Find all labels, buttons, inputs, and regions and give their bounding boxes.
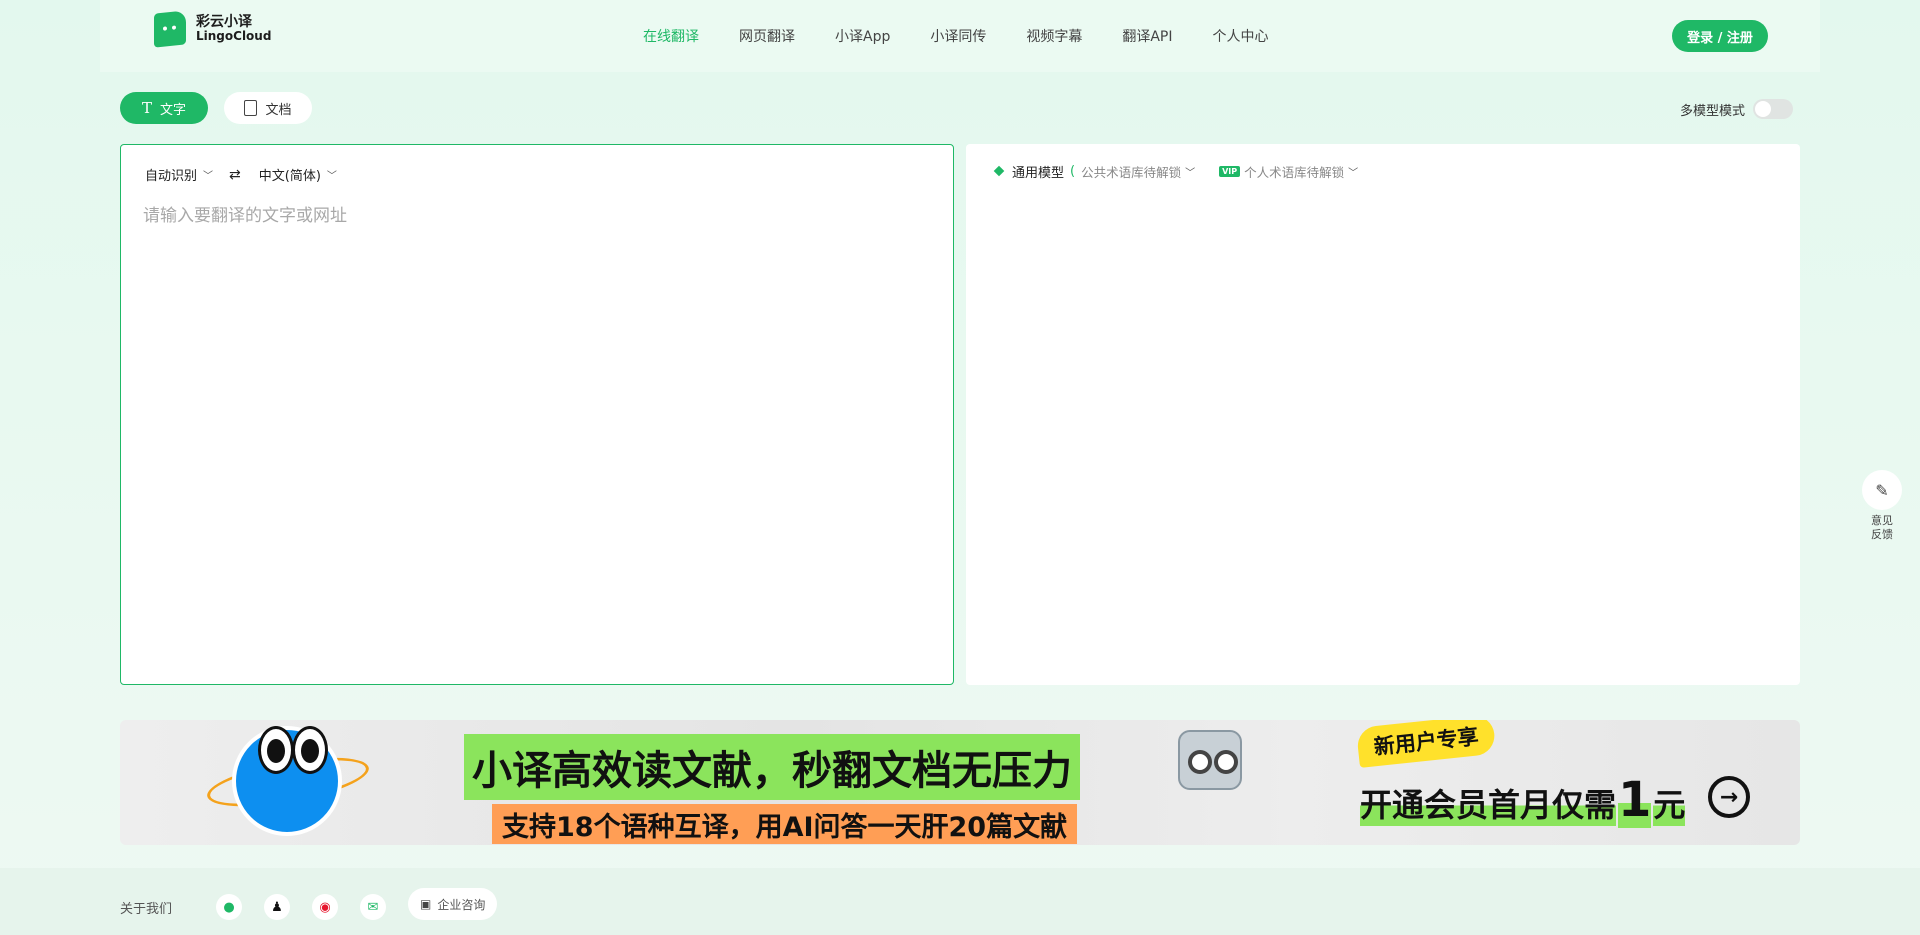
nav-app[interactable]: 小译App [835, 26, 890, 46]
top-header: 彩云小译 LingoCloud 在线翻译 网页翻译 小译App 小译同传 视频字… [100, 0, 1820, 72]
document-icon [244, 100, 258, 116]
tab-text-label: 文字 [160, 102, 187, 118]
source-language-label: 自动识别 [145, 169, 198, 184]
footer: 关于我们 ● ♟ ◉ ✉ ▣ 企业咨询 [0, 868, 1920, 935]
personal-term-select[interactable]: VIP 个人术语库待解锁 ﹀ [1219, 162, 1358, 181]
login-register-button[interactable]: 登录 / 注册 [1672, 20, 1768, 52]
mail-icon[interactable]: ✉ [360, 894, 386, 920]
chevron-down-icon: ﹀ [326, 171, 337, 182]
chevron-down-icon: ﹀ [1185, 168, 1196, 179]
logo-text-en: LingoCloud [196, 29, 272, 44]
feedback-button[interactable]: ✎ 意见 反馈 [1862, 470, 1902, 543]
chevron-down-icon: ﹀ [203, 171, 214, 182]
swap-languages-icon[interactable]: ⇄ [229, 167, 241, 183]
personal-term-label: 个人术语库待解锁 [1244, 165, 1345, 180]
edit-pencil-icon: ✎ [1862, 470, 1902, 510]
feedback-label-2: 反馈 [1871, 528, 1893, 542]
banner-subline: 支持18个语种互译，用AI问答一天肝20篇文献 [492, 804, 1078, 844]
planet-mascot-graphic [232, 726, 342, 836]
public-term-label: 公共术语库待解锁 [1081, 165, 1182, 180]
nav-simultaneous[interactable]: 小译同传 [930, 26, 986, 46]
tab-text[interactable]: T 文字 [120, 92, 208, 124]
target-language-label: 中文(简体) [258, 169, 321, 184]
enterprise-consult-button[interactable]: ▣ 企业咨询 [408, 888, 498, 920]
wechat-icon[interactable]: ● [216, 894, 242, 920]
logo-text-cn: 彩云小译 [196, 14, 252, 31]
main-nav: 在线翻译 网页翻译 小译App 小译同传 视频字幕 翻译API 个人中心 [643, 26, 1309, 46]
promo-number: 1 [1618, 772, 1652, 828]
vip-badge: VIP [1219, 166, 1241, 177]
nav-online-translate[interactable]: 在线翻译 [643, 26, 699, 46]
logo-icon [154, 10, 186, 48]
promo-banner[interactable]: 小译高效读文献，秒翻文档无压力 支持18个语种互译，用AI问答一天肝20篇文献 … [120, 720, 1800, 845]
nav-personal-center[interactable]: 个人中心 [1213, 26, 1269, 46]
target-panel: 通用模型 ( 公共术语库待解锁 ﹀ VIP 个人术语库待解锁 ﹀ [966, 144, 1800, 685]
about-us-link[interactable]: 关于我们 [120, 898, 172, 917]
promo-text: 开通会员首月仅需 1 元 [1360, 772, 1686, 828]
source-text-input[interactable] [143, 201, 933, 661]
qq-icon[interactable]: ♟ [264, 894, 290, 920]
multi-model-switch: 多模型模式 [1680, 99, 1794, 119]
source-panel: 自动识别 ﹀ ⇄ 中文(简体) ﹀ [120, 144, 954, 685]
model-bar: 通用模型 ( 公共术语库待解锁 ﹀ VIP 个人术语库待解锁 ﹀ [992, 162, 1358, 181]
model-select[interactable]: 通用模型 [1012, 162, 1064, 181]
arrow-right-circle-icon[interactable]: → [1708, 776, 1750, 818]
public-term-select[interactable]: 公共术语库待解锁 ﹀ [1081, 162, 1195, 181]
language-bar: 自动识别 ﹀ ⇄ 中文(简体) ﹀ [145, 165, 337, 185]
term-bracket-icon: ( [1070, 164, 1076, 179]
tab-document-label: 文档 [265, 102, 292, 118]
banner-headline: 小译高效读文献，秒翻文档无压力 [464, 734, 1080, 800]
promo-unit: 元 [1653, 780, 1686, 826]
logo[interactable]: 彩云小译 LingoCloud [154, 10, 272, 48]
robot-graphic [1178, 730, 1242, 790]
promo-pre: 开通会员首月仅需 [1360, 780, 1617, 826]
multi-model-toggle[interactable] [1753, 99, 1794, 119]
target-language-select[interactable]: 中文(简体) ﹀ [259, 165, 337, 184]
nav-web-translate[interactable]: 网页翻译 [739, 26, 795, 46]
source-language-select[interactable]: 自动识别 ﹀ [145, 165, 213, 184]
nav-api[interactable]: 翻译API [1122, 26, 1172, 46]
feedback-label-1: 意见 [1871, 514, 1893, 527]
layers-icon [992, 165, 1006, 179]
multi-model-label: 多模型模式 [1680, 103, 1746, 119]
weibo-icon[interactable]: ◉ [312, 894, 338, 920]
briefcase-icon: ▣ [420, 897, 432, 911]
nav-video-subtitle[interactable]: 视频字幕 [1026, 26, 1082, 46]
enterprise-consult-label: 企业咨询 [437, 897, 486, 912]
text-type-icon: T [141, 99, 152, 117]
tab-document[interactable]: 文档 [224, 92, 312, 124]
new-user-badge: 新用户专享 [1355, 720, 1497, 768]
chevron-down-icon: ﹀ [1348, 168, 1359, 179]
